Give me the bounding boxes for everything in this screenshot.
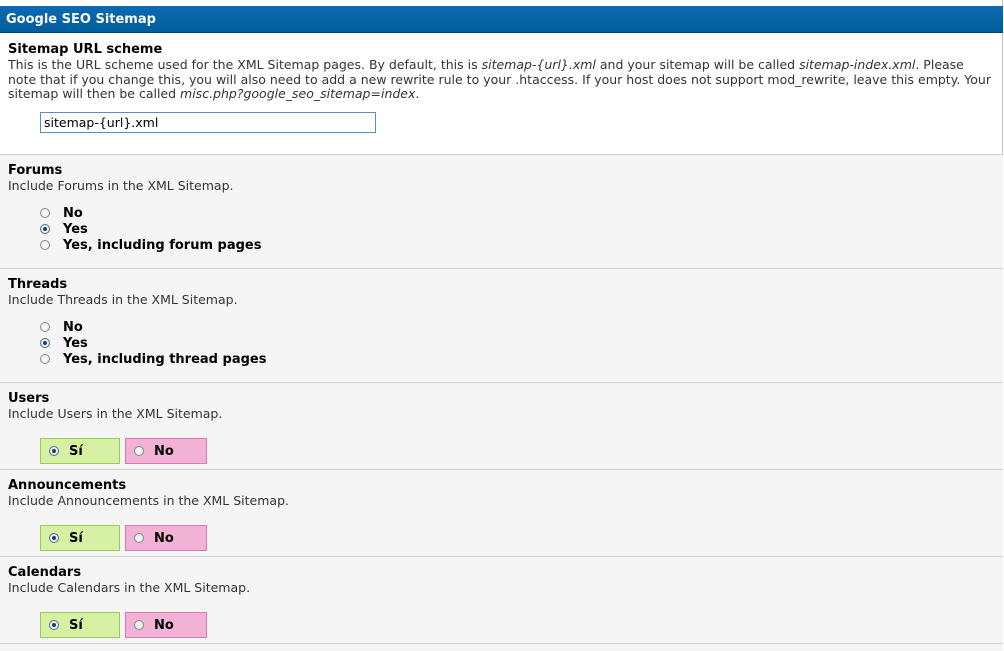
radio-button[interactable]: [40, 240, 50, 250]
setting-description: Include Threads in the XML Sitemap.: [8, 292, 238, 307]
setting-description: Include Announcements in the XML Sitemap…: [8, 493, 289, 508]
settings-panel: Google SEO Sitemap Sitemap URL scheme Th…: [0, 0, 1003, 651]
radio-button[interactable]: [40, 208, 50, 218]
setting-threads: Threads Include Threads in the XML Sitem…: [0, 269, 1003, 383]
setting-title: Announcements: [8, 478, 127, 493]
panel-header: Google SEO Sitemap: [0, 6, 1003, 33]
setting-title: Users: [8, 391, 50, 406]
setting-users: Users Include Users in the XML Sitemap. …: [0, 383, 1003, 470]
radio-button[interactable]: [40, 322, 50, 332]
forums-option-yes[interactable]: Yes: [40, 221, 88, 237]
users-no-option[interactable]: No: [125, 438, 207, 464]
announcements-no-option[interactable]: No: [125, 525, 207, 551]
radio-button[interactable]: [134, 533, 144, 543]
threads-option-yes-pages[interactable]: Yes, including thread pages: [40, 351, 266, 367]
setting-description: Include Forums in the XML Sitemap.: [8, 178, 234, 193]
radio-button[interactable]: [134, 620, 144, 630]
users-yes-option[interactable]: Sí: [40, 438, 120, 464]
setting-calendars: Calendars Include Calendars in the XML S…: [0, 557, 1003, 644]
setting-description: Include Calendars in the XML Sitemap.: [8, 580, 251, 595]
radio-button-selected[interactable]: [40, 224, 50, 234]
setting-forums: Forums Include Forums in the XML Sitemap…: [0, 155, 1003, 269]
calendars-no-option[interactable]: No: [125, 612, 207, 638]
setting-sitemap-url: Sitemap URL scheme This is the URL schem…: [0, 34, 1003, 155]
threads-option-no[interactable]: No: [40, 319, 83, 335]
calendars-yes-option[interactable]: Sí: [40, 612, 120, 638]
radio-button-selected[interactable]: [49, 446, 59, 456]
setting-title: Forums: [8, 163, 63, 178]
setting-title: Threads: [8, 277, 68, 292]
radio-button-selected[interactable]: [49, 533, 59, 543]
sitemap-url-input[interactable]: [40, 112, 376, 133]
radio-button-selected[interactable]: [49, 620, 59, 630]
users-yes-no-toggle: Sí No: [40, 438, 207, 464]
setting-description: Include Users in the XML Sitemap.: [8, 406, 223, 421]
calendars-yes-no-toggle: Sí No: [40, 612, 207, 638]
radio-button[interactable]: [134, 446, 144, 456]
setting-description: This is the URL scheme used for the XML …: [8, 57, 991, 101]
forums-option-no[interactable]: No: [40, 205, 83, 221]
next-setting-row-edge: [0, 644, 1003, 651]
threads-option-yes[interactable]: Yes: [40, 335, 88, 351]
announcements-yes-no-toggle: Sí No: [40, 525, 207, 551]
setting-announcements: Announcements Include Announcements in t…: [0, 470, 1003, 557]
announcements-yes-option[interactable]: Sí: [40, 525, 120, 551]
radio-button-selected[interactable]: [40, 338, 50, 348]
setting-title: Calendars: [8, 565, 82, 580]
forums-option-yes-pages[interactable]: Yes, including forum pages: [40, 237, 261, 253]
setting-title: Sitemap URL scheme: [8, 42, 163, 57]
radio-button[interactable]: [40, 354, 50, 364]
